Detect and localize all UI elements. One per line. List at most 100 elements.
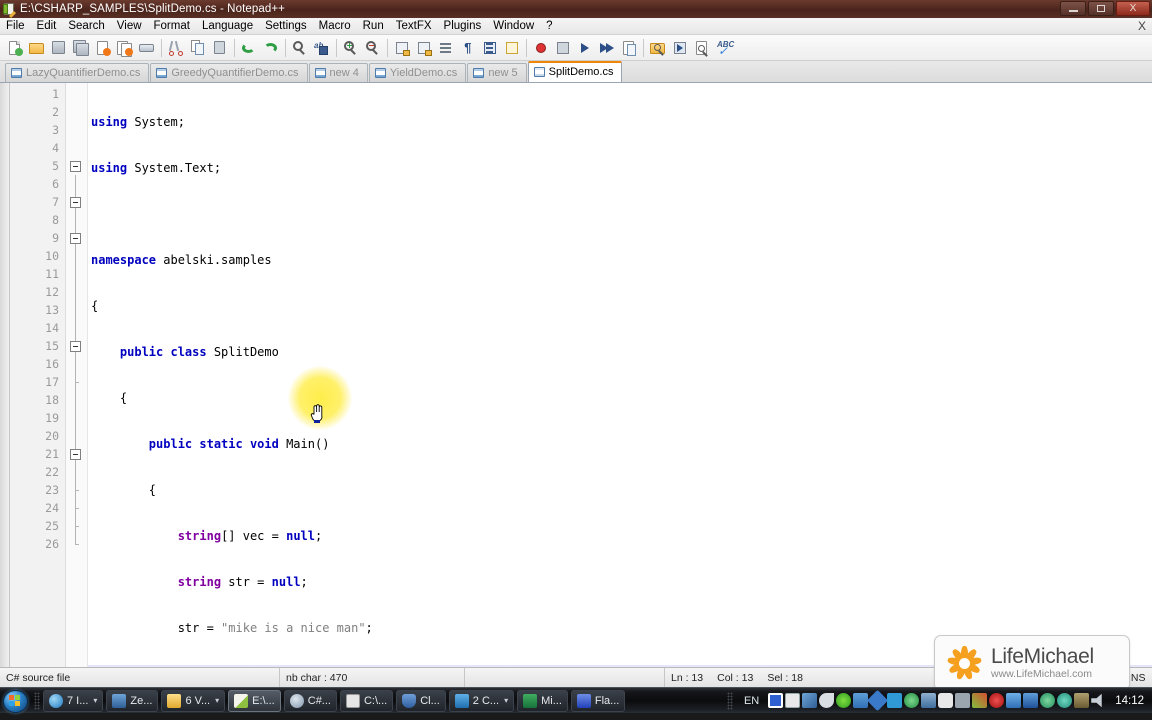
menu-item-run[interactable]: Run <box>357 19 390 33</box>
camera-tray-icon[interactable] <box>938 693 954 708</box>
taskbar-item-flash[interactable]: Fla... <box>570 689 626 712</box>
taskbar-grip[interactable] <box>34 691 40 710</box>
opera-tray-icon[interactable] <box>989 693 1005 708</box>
save-all-icon[interactable] <box>70 37 92 59</box>
monitor-tray-icon[interactable] <box>955 693 971 708</box>
zoom-in-icon[interactable] <box>340 37 362 59</box>
undo-icon[interactable] <box>238 37 260 59</box>
fold-toggle-line-21[interactable] <box>66 445 87 463</box>
tab-new-5[interactable]: new 5 <box>467 63 527 82</box>
fold-toggle-line-9[interactable] <box>66 229 87 247</box>
language-indicator[interactable]: EN <box>744 695 759 707</box>
taskbar-item-zend[interactable]: Ze... <box>106 689 159 712</box>
taskbar-item-notepad-plus-plus[interactable]: E:\... <box>228 689 281 712</box>
menu-item-view[interactable]: View <box>111 19 148 33</box>
power-tray-icon[interactable] <box>1074 693 1090 708</box>
teamviewer-tray-icon[interactable] <box>853 693 869 708</box>
taskbar-item-terminal[interactable]: C:\... <box>339 689 394 712</box>
taskbar-item-files[interactable]: 2 C... ▾ <box>448 689 515 712</box>
window-tray-icon[interactable] <box>1023 693 1039 708</box>
close-file-icon[interactable] <box>92 37 114 59</box>
tray-grip[interactable] <box>726 691 733 710</box>
fold-toggle-line-5[interactable] <box>66 157 87 175</box>
tab-splitdemo[interactable]: SplitDemo.cs <box>527 61 623 82</box>
find-icon[interactable] <box>289 37 311 59</box>
menu-item-edit[interactable]: Edit <box>31 19 63 33</box>
clover-tray-icon[interactable] <box>836 693 852 708</box>
taskbar-item-excel[interactable]: Mi... <box>517 689 568 712</box>
cut-icon[interactable] <box>165 37 187 59</box>
recycle-tray-icon[interactable] <box>1057 693 1073 708</box>
play-macro-icon[interactable] <box>574 37 596 59</box>
menu-item-window[interactable]: Window <box>487 19 540 33</box>
tab-new-4[interactable]: new 4 <box>308 63 368 82</box>
chart-tray-icon[interactable] <box>972 693 988 708</box>
globe-tray-icon[interactable] <box>904 693 920 708</box>
start-button[interactable] <box>1 689 31 713</box>
save-macro-icon[interactable] <box>618 37 640 59</box>
menu-item-textfx[interactable]: TextFX <box>390 19 438 33</box>
code-text[interactable]: using System; using System.Text; namespa… <box>88 83 1152 667</box>
print-icon[interactable] <box>136 37 158 59</box>
record-macro-icon[interactable] <box>530 37 552 59</box>
menu-item-help[interactable]: ? <box>540 19 558 33</box>
show-ui-icon[interactable] <box>501 37 523 59</box>
sync-tray-icon[interactable] <box>1040 693 1056 708</box>
tab-lazyquantifierdemo[interactable]: LazyQuantifierDemo.cs <box>5 63 150 82</box>
diamond-tray-icon[interactable] <box>867 689 889 712</box>
menu-item-file[interactable]: File <box>0 19 31 33</box>
print-preview-icon[interactable] <box>691 37 713 59</box>
media-tray-icon[interactable] <box>887 693 903 708</box>
editor-area[interactable]: 1 2 3 4 5 6 7 8 9 10 11 12 13 14 15 16 1… <box>0 83 1152 691</box>
chevron-down-icon[interactable]: ▾ <box>93 696 97 705</box>
paste-icon[interactable] <box>209 37 231 59</box>
fold-toggle-line-15[interactable] <box>66 337 87 355</box>
replace-icon[interactable]: ab <box>311 37 333 59</box>
app-tray-icon[interactable] <box>768 693 784 708</box>
save-icon[interactable] <box>48 37 70 59</box>
folder-tray-icon[interactable] <box>1006 693 1022 708</box>
network-tray-icon[interactable] <box>921 693 937 708</box>
fold-toggle-line-7[interactable] <box>66 193 87 211</box>
find-in-files-icon[interactable] <box>647 37 669 59</box>
taskbar-item-internet-explorer[interactable]: 7 I... ▾ <box>43 689 104 712</box>
clock[interactable]: 14:12 <box>1115 695 1144 707</box>
spell-check-icon[interactable]: ABC ✓ <box>713 37 735 59</box>
taskbar-item-client[interactable]: Cl... <box>396 689 446 712</box>
speaker-tray-icon[interactable] <box>1091 693 1102 708</box>
chevron-down-icon[interactable]: ▾ <box>504 696 508 705</box>
close-all-icon[interactable] <box>114 37 136 59</box>
open-file-icon[interactable] <box>26 37 48 59</box>
zend-tray-icon[interactable] <box>802 693 818 708</box>
minimize-button[interactable] <box>1060 1 1086 16</box>
fold-margin[interactable] <box>66 83 88 667</box>
indent-guide-icon[interactable] <box>479 37 501 59</box>
menu-item-macro[interactable]: Macro <box>313 19 357 33</box>
new-file-icon[interactable] <box>4 37 26 59</box>
document-close-icon[interactable]: X <box>1138 19 1146 33</box>
menu-item-plugins[interactable]: Plugins <box>438 19 488 33</box>
play-multiple-macro-icon[interactable] <box>596 37 618 59</box>
photo-tray-icon[interactable] <box>785 693 801 708</box>
chevron-down-icon[interactable]: ▾ <box>215 696 219 705</box>
sync-horizontal-icon[interactable] <box>413 37 435 59</box>
copy-icon[interactable] <box>187 37 209 59</box>
taskbar-item-browser[interactable]: C#... <box>283 689 337 712</box>
run-icon[interactable] <box>669 37 691 59</box>
menu-item-settings[interactable]: Settings <box>259 19 313 33</box>
word-wrap-icon[interactable] <box>435 37 457 59</box>
menu-item-format[interactable]: Format <box>148 19 196 33</box>
menu-item-search[interactable]: Search <box>62 19 110 33</box>
taskbar-item-explorer[interactable]: 6 V... ▾ <box>161 689 226 712</box>
close-button[interactable]: X <box>1116 1 1150 16</box>
zoom-out-icon[interactable] <box>362 37 384 59</box>
show-all-chars-icon[interactable]: ¶ <box>457 37 479 59</box>
tab-yielddemo[interactable]: YieldDemo.cs <box>368 63 467 82</box>
shell-tray-icon[interactable] <box>819 693 835 708</box>
redo-icon[interactable] <box>260 37 282 59</box>
tab-greedyquantifierdemo[interactable]: GreedyQuantifierDemo.cs <box>150 63 308 82</box>
menu-item-language[interactable]: Language <box>196 19 259 33</box>
stop-macro-icon[interactable] <box>552 37 574 59</box>
sync-vertical-icon[interactable] <box>391 37 413 59</box>
maximize-restore-button[interactable] <box>1088 1 1114 16</box>
